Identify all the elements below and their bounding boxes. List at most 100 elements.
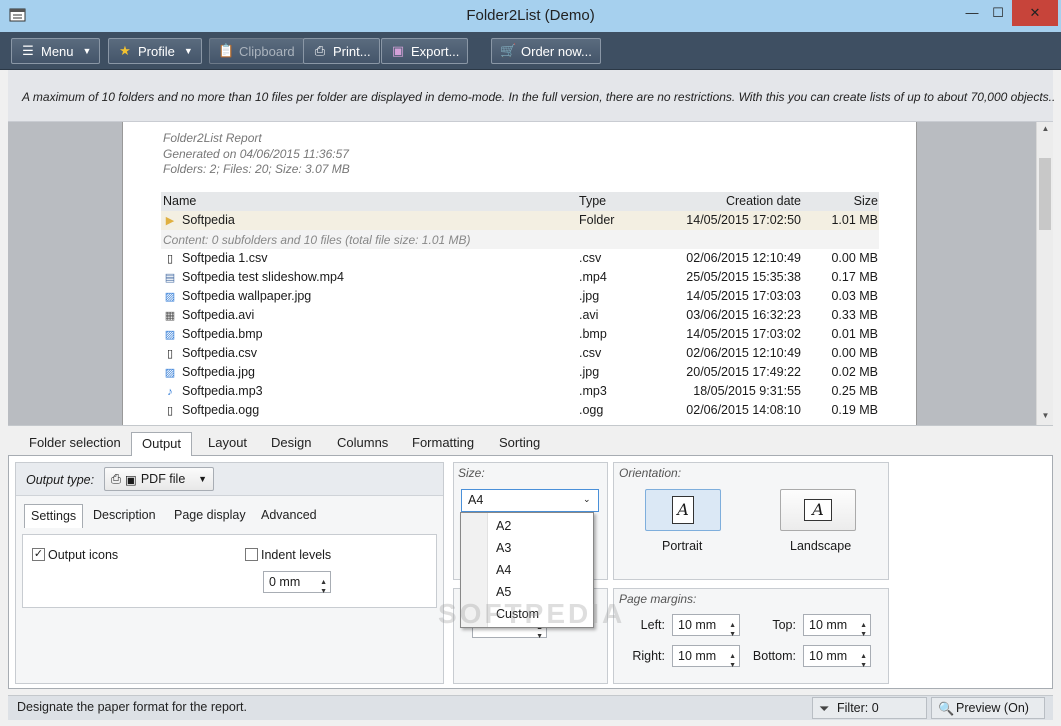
tab-design[interactable]: Design xyxy=(261,432,321,456)
scroll-thumb[interactable] xyxy=(1039,158,1051,230)
minimize-button[interactable]: — xyxy=(960,0,984,26)
report-page[interactable]: Folder2List Report Generated on 04/06/20… xyxy=(122,122,917,425)
table-row[interactable]: ▯ Softpedia.csv .csv 02/06/2015 12:10:49 … xyxy=(161,344,879,363)
folder-icon: ▶ xyxy=(165,215,175,227)
indent-levels-checkbox[interactable] xyxy=(245,548,258,561)
filter-button[interactable]: ⏷ Filter: 0 xyxy=(812,697,927,719)
margin-right-value: 10 mm xyxy=(678,649,717,663)
audio-file-icon: ♪ xyxy=(167,386,173,398)
table-row[interactable]: ▤ Softpedia test slideshow.mp4 .mp4 25/05… xyxy=(161,268,879,287)
margin-top-label: Top: xyxy=(772,618,796,632)
file-icon: ▯ xyxy=(166,253,174,265)
image-file-icon: ▨ xyxy=(164,367,176,379)
tab-layout[interactable]: Layout xyxy=(198,432,257,456)
print-button[interactable]: ⎙ Print... xyxy=(303,38,380,64)
tab-output[interactable]: Output xyxy=(131,432,193,456)
paper-size-dropdown[interactable]: A4 ⌄ xyxy=(461,489,599,512)
printer-icon: ⎙ xyxy=(314,43,326,58)
tab-sorting[interactable]: Sorting xyxy=(489,432,550,456)
output-type-dropdown[interactable]: ⎙ ▣ PDF file ▼ xyxy=(104,467,214,491)
col-date-header: Creation date xyxy=(725,194,801,208)
output-type-value: PDF file xyxy=(140,472,186,486)
landscape-page-icon: A xyxy=(804,499,832,521)
margin-bottom-stepper[interactable]: 10 mm ▲ ▼ xyxy=(803,645,871,669)
table-row[interactable]: ▦ Softpedia.avi .avi 03/06/2015 16:32:23 … xyxy=(161,306,879,325)
folder-date: 14/05/2015 17:02:50 xyxy=(686,213,801,227)
landscape-label: Landscape xyxy=(790,539,852,553)
close-button[interactable]: ✕ xyxy=(1012,0,1058,26)
table-row[interactable]: ▨ Softpedia wallpaper.jpg .jpg 14/05/2015… xyxy=(161,287,879,306)
cart-icon: 🛒 xyxy=(500,43,517,58)
landscape-button[interactable]: A xyxy=(780,489,856,531)
scroll-down-icon[interactable]: ▼ xyxy=(1037,411,1054,420)
order-now-button[interactable]: 🛒 Order now... xyxy=(491,38,601,64)
export-button[interactable]: ▣ Export... xyxy=(381,38,469,64)
softpedia-watermark: SOFTPEDIA xyxy=(438,598,626,629)
size-option-a5[interactable]: A5 xyxy=(496,585,511,599)
tab-folder-selection[interactable]: Folder selection xyxy=(19,432,131,456)
video-file-icon: ▦ xyxy=(164,310,176,322)
maximize-button[interactable]: ☐ xyxy=(986,0,1010,26)
subtab-description[interactable]: Description xyxy=(87,504,162,528)
file-icon: ▯ xyxy=(166,405,174,417)
table-header: Name Type Creation date Size xyxy=(161,192,879,211)
profile-button[interactable]: ★ Profile ▼ xyxy=(108,38,202,64)
floppy-icon: ▣ xyxy=(391,43,405,58)
subtab-settings[interactable]: Settings xyxy=(24,504,84,528)
stepper-down-icon[interactable]: ▼ xyxy=(536,627,543,647)
margin-left-stepper[interactable]: 10 mm ▲ ▼ xyxy=(672,614,740,638)
demo-banner: A maximum of 10 folders and no more than… xyxy=(8,70,1055,122)
scroll-up-icon[interactable]: ▲ xyxy=(1037,124,1054,133)
tab-columns[interactable]: Columns xyxy=(327,432,398,456)
report-generated: Generated on 04/06/2015 11:36:57 xyxy=(163,147,349,161)
floppy-icon: ▣ xyxy=(125,472,137,487)
page-margins-label: Page margins: xyxy=(619,592,697,606)
preview-label: Preview (On) xyxy=(956,701,1029,715)
indent-levels-label: Indent levels xyxy=(261,548,332,562)
table-row[interactable]: ▯ Softpedia.ogg .ogg 02/06/2015 14:08:10 … xyxy=(161,401,879,420)
image-file-icon: ▨ xyxy=(164,291,176,303)
output-icons-checkbox[interactable]: ✓ xyxy=(32,548,45,561)
file-icon: ▯ xyxy=(166,348,174,360)
size-option-a2[interactable]: A2 xyxy=(496,519,511,533)
report-scrollbar[interactable]: ▲ ▼ xyxy=(1036,122,1053,425)
output-icons-label: Output icons xyxy=(48,548,119,562)
settings-subpanel xyxy=(22,534,437,608)
table-row[interactable]: ♪ Softpedia.mp3 .mp3 18/05/2015 9:31:55 0… xyxy=(161,382,879,401)
folder-content-text: Content: 0 subfolders and 10 files (tota… xyxy=(163,233,471,247)
stepper-down-icon[interactable]: ▼ xyxy=(729,656,736,676)
clipboard-button[interactable]: 📋 Clipboard xyxy=(209,38,304,64)
stepper-down-icon[interactable]: ▼ xyxy=(860,656,867,676)
margin-bottom-label: Bottom: xyxy=(752,649,796,663)
clipboard-icon: 📋 xyxy=(218,43,235,58)
table-row[interactable]: ▯ Softpedia 1.csv .csv 02/06/2015 12:10:4… xyxy=(161,249,879,268)
margin-top-stepper[interactable]: 10 mm ▲ ▼ xyxy=(803,614,871,638)
report-summary: Folders: 2; Files: 20; Size: 3.07 MB xyxy=(163,162,350,176)
stepper-down-icon[interactable]: ▼ xyxy=(860,625,867,645)
video-file-icon: ▤ xyxy=(164,272,176,284)
toolbar: ☰ Menu ▼ ★ Profile ▼ 📋 Clipboard ⎙ Print… xyxy=(0,32,1061,70)
order-now-label: Order now... xyxy=(521,43,592,59)
subtab-advanced[interactable]: Advanced xyxy=(255,504,323,528)
margin-left-value: 10 mm xyxy=(678,618,717,632)
menu-button[interactable]: ☰ Menu ▼ xyxy=(11,38,101,64)
margin-right-stepper[interactable]: 10 mm ▲ ▼ xyxy=(672,645,740,669)
size-option-a3[interactable]: A3 xyxy=(496,541,511,555)
stepper-down-icon[interactable]: ▼ xyxy=(320,582,327,602)
folder-row[interactable]: ▶ Softpedia Folder 14/05/2015 17:02:50 1.… xyxy=(161,211,879,230)
chevron-down-icon: ▼ xyxy=(198,474,207,484)
stepper-down-icon[interactable]: ▼ xyxy=(729,625,736,645)
filter-icon: ⏷ xyxy=(819,701,830,716)
tab-formatting[interactable]: Formatting xyxy=(402,432,484,456)
preview-button[interactable]: 🔍 Preview (On) xyxy=(931,697,1045,719)
subtab-page-display[interactable]: Page display xyxy=(168,504,252,528)
portrait-button[interactable]: A xyxy=(645,489,721,531)
table-row[interactable]: ▨ Softpedia.jpg .jpg 20/05/2015 17:49:22 … xyxy=(161,363,879,382)
margin-right-label: Right: xyxy=(632,649,665,663)
folder-type: Folder xyxy=(579,213,615,227)
table-row[interactable]: ▨ Softpedia.bmp .bmp 14/05/2015 17:03:02 … xyxy=(161,325,879,344)
profile-label: Profile xyxy=(138,43,175,59)
window-title: Folder2List (Demo) xyxy=(466,7,595,24)
indent-stepper[interactable]: 0 mm ▲ ▼ xyxy=(263,571,331,595)
size-option-a4[interactable]: A4 xyxy=(496,563,511,577)
